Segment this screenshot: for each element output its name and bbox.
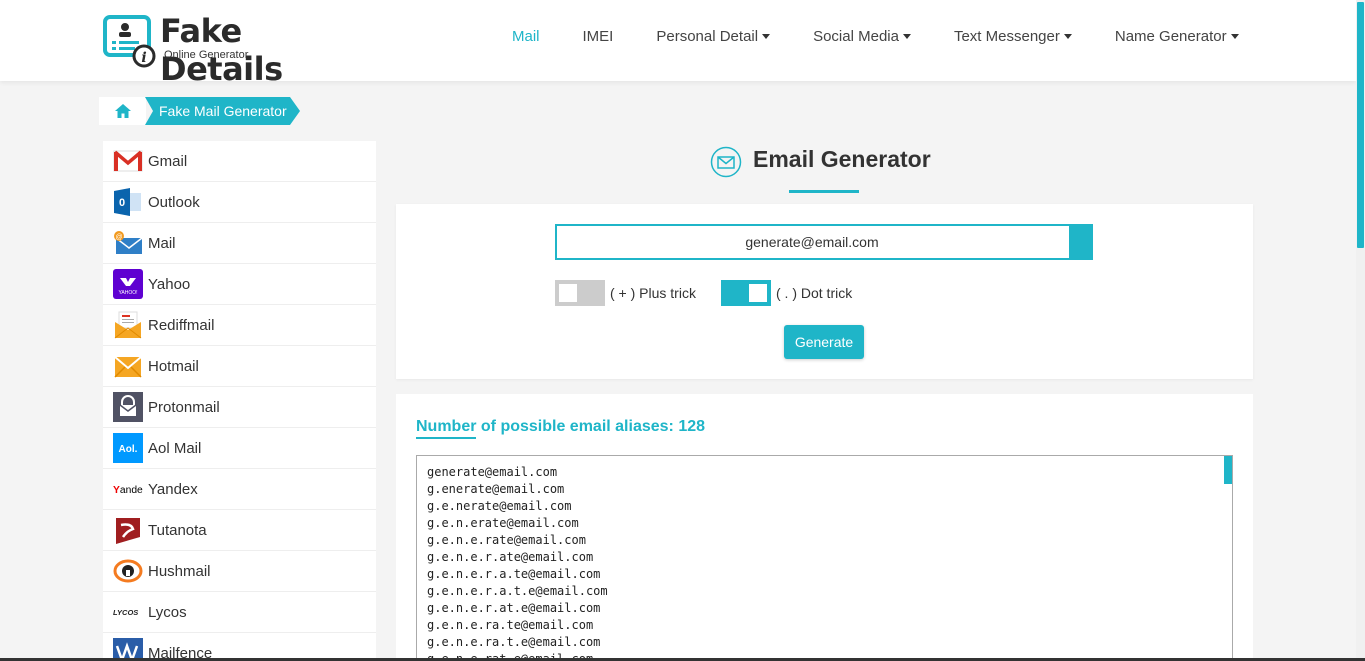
caret-down-icon — [1230, 34, 1239, 39]
dot-trick-toggle[interactable] — [721, 280, 771, 306]
sidebar-item-label: Outlook — [148, 193, 200, 211]
alias-line: g.e.n.e.r.at.e@email.com — [427, 601, 601, 615]
sidebar-item-outlook[interactable]: 0 Outlook — [103, 182, 376, 223]
aliases-title-underline — [416, 437, 476, 439]
logo-subtitle: Online Generator — [164, 49, 249, 61]
home-icon — [114, 104, 131, 118]
alias-line: g.e.n.e.rate@email.com — [427, 533, 586, 547]
lycos-icon: LYCOS — [113, 597, 143, 627]
title-underline — [789, 190, 859, 193]
nav-mail[interactable]: Mail — [512, 28, 540, 45]
sidebar-item-label: Rediffmail — [148, 316, 215, 334]
alias-line: g.e.n.e.r.a.t.e@email.com — [427, 584, 608, 598]
protonmail-icon — [113, 392, 143, 422]
sidebar-item-label: Aol Mail — [148, 439, 202, 457]
outlook-icon: 0 — [113, 187, 143, 217]
plus-trick-toggle[interactable] — [555, 280, 605, 306]
toggle-knob — [749, 284, 767, 302]
email-input-button[interactable] — [1069, 224, 1093, 260]
aliases-card: Number of possible email aliases: 128 ge… — [396, 394, 1253, 661]
hotmail-icon — [113, 351, 143, 381]
main-nav: Mail IMEI Personal Detail Social Media T… — [512, 28, 1239, 45]
sidebar-item-tutanota[interactable]: Tutanota — [103, 510, 376, 551]
svg-text:@: @ — [115, 234, 122, 241]
logo-icon: i — [103, 15, 156, 68]
svg-text:i: i — [141, 50, 146, 66]
svg-text:0: 0 — [119, 197, 125, 209]
sidebar-item-label: Yandex — [148, 480, 198, 498]
sidebar-item-gmail[interactable]: Gmail — [103, 141, 376, 182]
breadcrumb-home[interactable] — [99, 97, 146, 125]
page-title-text: Email Generator — [753, 146, 931, 172]
svg-text:LYCOS: LYCOS — [113, 608, 138, 617]
page-scrollbar[interactable] — [1356, 0, 1365, 661]
aliases-scrollbar-thumb[interactable] — [1224, 456, 1232, 484]
gmail-icon — [113, 146, 143, 176]
sidebar-item-mail[interactable]: @ Mail — [103, 223, 376, 264]
caret-down-icon — [1063, 34, 1072, 39]
alias-line: g.e.n.e.r.ate@email.com — [427, 550, 594, 564]
page-scrollbar-thumb[interactable] — [1357, 2, 1364, 248]
sidebar-item-aol-mail[interactable]: Aol. Aol Mail — [103, 428, 376, 469]
plus-trick-label: ( + ) Plus trick — [610, 285, 696, 301]
generator-card: ( + ) Plus trick ( . ) Dot trick Generat… — [396, 204, 1253, 379]
sidebar-item-lycos[interactable]: LYCOS Lycos — [103, 592, 376, 633]
alias-line: g.e.n.e.r.a.te@email.com — [427, 567, 601, 581]
alias-line: g.e.n.e.ra.t.e@email.com — [427, 635, 601, 649]
nav-imei[interactable]: IMEI — [583, 28, 614, 45]
sidebar-item-label: Yahoo — [148, 275, 191, 293]
email-input[interactable] — [555, 224, 1093, 260]
site-logo[interactable]: i Fake Details Online Generator — [102, 12, 362, 88]
svg-text:YAHOO!: YAHOO! — [118, 290, 137, 296]
yandex-icon: Yandex — [113, 474, 143, 504]
sidebar: Gmail 0 Outlook @ Mail YAHOO! Yahoo Redi… — [103, 141, 376, 661]
sidebar-item-rediffmail[interactable]: Rediffmail — [103, 305, 376, 346]
sidebar-item-label: Protonmail — [148, 398, 220, 416]
svg-text:Aol.: Aol. — [119, 444, 138, 455]
caret-down-icon — [902, 34, 911, 39]
envelope-icon — [710, 146, 742, 178]
dot-trick-label: ( . ) Dot trick — [776, 285, 853, 301]
alias-line: g.e.n.erate@email.com — [427, 516, 579, 530]
sidebar-item-yahoo[interactable]: YAHOO! Yahoo — [103, 264, 376, 305]
nav-name-generator[interactable]: Name Generator — [1115, 28, 1239, 45]
nav-personal-detail[interactable]: Personal Detail — [656, 28, 771, 45]
svg-text:Yandex: Yandex — [113, 485, 143, 496]
nav-social-media[interactable]: Social Media — [813, 28, 911, 45]
generate-button[interactable]: Generate — [784, 325, 864, 359]
sidebar-item-hotmail[interactable]: Hotmail — [103, 346, 376, 387]
breadcrumb-current[interactable]: Fake Mail Generator — [145, 97, 300, 125]
sidebar-item-label: Hotmail — [148, 357, 199, 375]
toggle-knob — [559, 284, 577, 302]
sidebar-item-label: Lycos — [148, 603, 187, 621]
tutanota-icon — [113, 515, 143, 545]
nav-text-messenger[interactable]: Text Messenger — [954, 28, 1072, 45]
sidebar-item-label: Gmail — [148, 152, 188, 170]
rediffmail-icon — [113, 310, 143, 340]
alias-line: generate@email.com — [427, 465, 558, 479]
alias-list: generate@email.com g.enerate@email.com g.e… — [427, 464, 1222, 661]
sidebar-item-label: Mail — [148, 234, 176, 252]
sidebar-item-mailfence[interactable]: Mailfence — [103, 633, 376, 661]
alias-line: g.e.nerate@email.com — [427, 499, 572, 513]
sidebar-item-label: Hushmail — [148, 562, 211, 580]
sidebar-item-label: Tutanota — [148, 521, 207, 539]
caret-down-icon — [762, 34, 771, 39]
aliases-count-title: Number of possible email aliases: 128 — [416, 418, 706, 435]
aliases-textarea[interactable]: generate@email.com g.enerate@email.com g.e… — [416, 455, 1233, 661]
alias-line: g.enerate@email.com — [427, 482, 565, 496]
sidebar-item-hushmail[interactable]: Hushmail — [103, 551, 376, 592]
site-header: i Fake Details Online Generator Mail IME… — [0, 0, 1356, 88]
hushmail-icon — [113, 556, 143, 586]
sidebar-item-protonmail[interactable]: Protonmail — [103, 387, 376, 428]
aol-icon: Aol. — [113, 433, 143, 463]
alias-line: g.e.n.e.ra.te@email.com — [427, 618, 594, 632]
sidebar-item-yandex[interactable]: Yandex Yandex — [103, 469, 376, 510]
yahoo-icon: YAHOO! — [113, 269, 143, 299]
mail-icon: @ — [113, 228, 143, 258]
